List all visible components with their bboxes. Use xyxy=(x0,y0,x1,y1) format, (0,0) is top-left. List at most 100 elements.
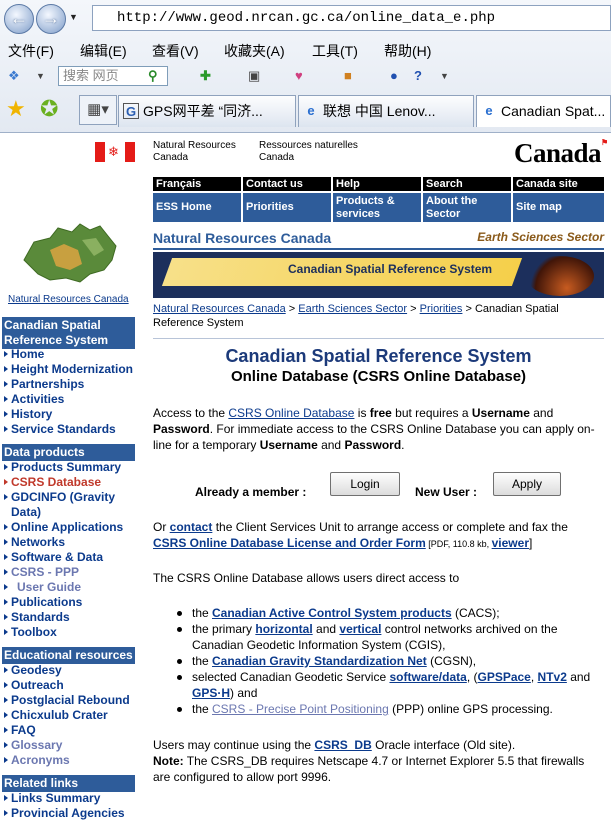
address-bar[interactable]: http://www.geod.nrcan.gc.ca/online_data_… xyxy=(92,5,611,31)
sidebar-item-csrs-ppp[interactable]: CSRS - PPP xyxy=(2,565,135,580)
favorites-star-icon[interactable]: ★ xyxy=(6,96,26,122)
sidebar-item-glossary[interactable]: Glossary xyxy=(2,738,135,753)
sidebar-item-history[interactable]: History xyxy=(2,407,135,422)
nrcan-en: Natural Resources Canada xyxy=(153,140,236,163)
nav-priorities[interactable]: Priorities xyxy=(243,193,331,222)
sector-banner: Natural Resources Canada Earth Sciences … xyxy=(153,230,604,250)
sidebar-item-faq[interactable]: FAQ xyxy=(2,723,135,738)
heart-icon[interactable]: ♥ xyxy=(295,67,303,85)
map-caption-link[interactable]: Natural Resources Canada xyxy=(8,294,129,305)
new-user-label: New User : xyxy=(415,485,478,499)
canada-map-icon xyxy=(23,223,117,283)
list-item: the CSRS - Precise Point Positioning (PP… xyxy=(176,701,606,717)
nav-about[interactable]: About the Sector xyxy=(423,193,511,222)
nav-canada-site[interactable]: Canada site xyxy=(513,177,604,191)
csrs-banner: Canadian Spatial Reference System xyxy=(153,252,604,298)
page-subtitle: Online Database (CSRS Online Database) xyxy=(230,368,527,385)
sidebar-item-height-modernization[interactable]: Height Modernization xyxy=(2,362,135,377)
sidebar-item-partnerships[interactable]: Partnerships xyxy=(2,377,135,392)
nav-products[interactable]: Products & services xyxy=(333,193,421,222)
canada-wordmark: Canada⚑ xyxy=(514,138,608,168)
sidebar-item-home[interactable]: Home xyxy=(2,347,135,362)
help-icon[interactable]: ? xyxy=(414,67,422,85)
sidebar-item-geodesy[interactable]: Geodesy xyxy=(2,663,135,678)
sidebar-item-user-guide[interactable]: User Guide xyxy=(2,580,135,595)
crumb-ess[interactable]: Earth Sciences Sector xyxy=(298,303,407,315)
nav-site-map[interactable]: Site map xyxy=(513,193,604,222)
contact-paragraph: Or contact the Client Services Unit to a… xyxy=(153,520,568,550)
gpspace-link[interactable]: GPSPace xyxy=(477,670,530,684)
software-data-link[interactable]: software/data xyxy=(389,670,466,684)
sidebar-item-software-data[interactable]: Software & Data xyxy=(2,550,135,565)
chevron-down-icon[interactable]: ▼ xyxy=(440,67,449,85)
menu-favorites[interactable]: 收藏夹(A) xyxy=(224,41,285,61)
tab-csrs[interactable]: e Canadian Spat... xyxy=(476,95,611,127)
nav-contact[interactable]: Contact us xyxy=(243,177,331,191)
sidebar-item-publications[interactable]: Publications xyxy=(2,595,135,610)
apply-button[interactable]: Apply xyxy=(493,472,561,496)
menu-help[interactable]: 帮助(H) xyxy=(384,41,431,61)
search-go-icon[interactable]: ⚲ xyxy=(148,67,158,85)
tab-gps[interactable]: G GPS网平差 “同济... xyxy=(118,95,296,127)
sidebar-item-postglacial-rebound[interactable]: Postglacial Rebound xyxy=(2,693,135,708)
sidebar-item-outreach[interactable]: Outreach xyxy=(2,678,135,693)
windows-logo-icon[interactable]: ❖ xyxy=(8,67,20,85)
forward-arrow-icon[interactable]: → xyxy=(36,4,66,34)
satellite-globe-icon xyxy=(526,256,594,296)
nav-ess-home[interactable]: ESS Home xyxy=(153,193,241,222)
quick-tabs-icon[interactable]: ▦▾ xyxy=(79,95,117,125)
allows-text: The CSRS Online Database allows users di… xyxy=(153,571,460,585)
add-icon[interactable]: ✚ xyxy=(200,67,211,85)
sidebar-item-standards[interactable]: Standards xyxy=(2,610,135,625)
crumb-priorities[interactable]: Priorities xyxy=(420,303,463,315)
contact-link[interactable]: contact xyxy=(170,520,213,534)
ppp-link[interactable]: CSRS - Precise Point Positioning xyxy=(212,702,389,716)
sidebar-item-toolbox[interactable]: Toolbox xyxy=(2,625,135,640)
csrs-db-link[interactable]: CSRS_DB xyxy=(314,738,371,752)
access-list: the Canadian Active Control System produ… xyxy=(176,605,606,717)
nrcan-fr: Ressources naturelles Canada xyxy=(259,140,358,163)
add-favorite-icon[interactable]: ✪ xyxy=(40,96,58,122)
license-form-link[interactable]: CSRS Online Database License and Order F… xyxy=(153,536,426,550)
menu-file[interactable]: 文件(F) xyxy=(8,41,54,61)
menu-view[interactable]: 查看(V) xyxy=(152,41,199,61)
sidebar-item-gdcinfo[interactable]: GDCINFO (Gravity Data) xyxy=(2,490,135,520)
toolbar: ❖ ▼ 搜索 网页 ⚲ ✚ ▣ ♥ ■ ● ? ▼ xyxy=(0,62,611,90)
sidebar-item-networks[interactable]: Networks xyxy=(2,535,135,550)
bookmark-icon[interactable]: ■ xyxy=(344,67,352,85)
sidebar-item-links-summary[interactable]: Links Summary xyxy=(2,791,135,806)
back-arrow-icon[interactable]: ← xyxy=(4,4,34,34)
tab-lenovo[interactable]: e 联想 中国 Lenov... xyxy=(298,95,474,127)
ntv2-link[interactable]: NTv2 xyxy=(538,670,567,684)
menu-edit[interactable]: 编辑(E) xyxy=(80,41,127,61)
sidebar-item-acronyms[interactable]: Acronyms xyxy=(2,753,135,768)
sidebar-item-service-standards[interactable]: Service Standards xyxy=(2,422,135,437)
sidebar-item-online-applications[interactable]: Online Applications xyxy=(2,520,135,535)
cgsn-link[interactable]: Canadian Gravity Standardization Net xyxy=(212,654,427,668)
ie-icon: e xyxy=(485,103,493,118)
sidebar-item-provincial-agencies[interactable]: Provincial Agencies xyxy=(2,806,135,821)
nav-search[interactable]: Search xyxy=(423,177,511,191)
chevron-down-icon[interactable]: ▼ xyxy=(36,67,45,85)
login-button[interactable]: Login xyxy=(330,472,400,496)
breadcrumb: Natural Resources Canada > Earth Science… xyxy=(153,303,559,329)
sidebar-item-activities[interactable]: Activities xyxy=(2,392,135,407)
nav-francais[interactable]: Français xyxy=(153,177,241,191)
history-dropdown-icon[interactable]: ▼ xyxy=(69,12,78,22)
csrs-online-database-link[interactable]: CSRS Online Database xyxy=(228,406,354,420)
sidebar-item-csrs-database[interactable]: CSRS Database xyxy=(2,475,135,490)
crumb-nrcan[interactable]: Natural Resources Canada xyxy=(153,303,286,315)
menu-tools[interactable]: 工具(T) xyxy=(312,41,358,61)
sidebar-item-chicxulub-crater[interactable]: Chicxulub Crater xyxy=(2,708,135,723)
sidebar-item-products-summary[interactable]: Products Summary xyxy=(2,460,135,475)
translate-icon[interactable]: ● xyxy=(390,67,398,85)
vertical-link[interactable]: vertical xyxy=(339,622,381,636)
viewer-link[interactable]: viewer xyxy=(492,536,529,550)
divider xyxy=(153,338,604,339)
nav-help[interactable]: Help xyxy=(333,177,421,191)
horizontal-link[interactable]: horizontal xyxy=(255,622,312,636)
window-icon[interactable]: ▣ xyxy=(248,67,260,85)
gpsh-link[interactable]: GPS·H xyxy=(192,686,230,700)
cacs-link[interactable]: Canadian Active Control System products xyxy=(212,606,452,620)
section-header-educational: Educational resources xyxy=(2,647,135,664)
